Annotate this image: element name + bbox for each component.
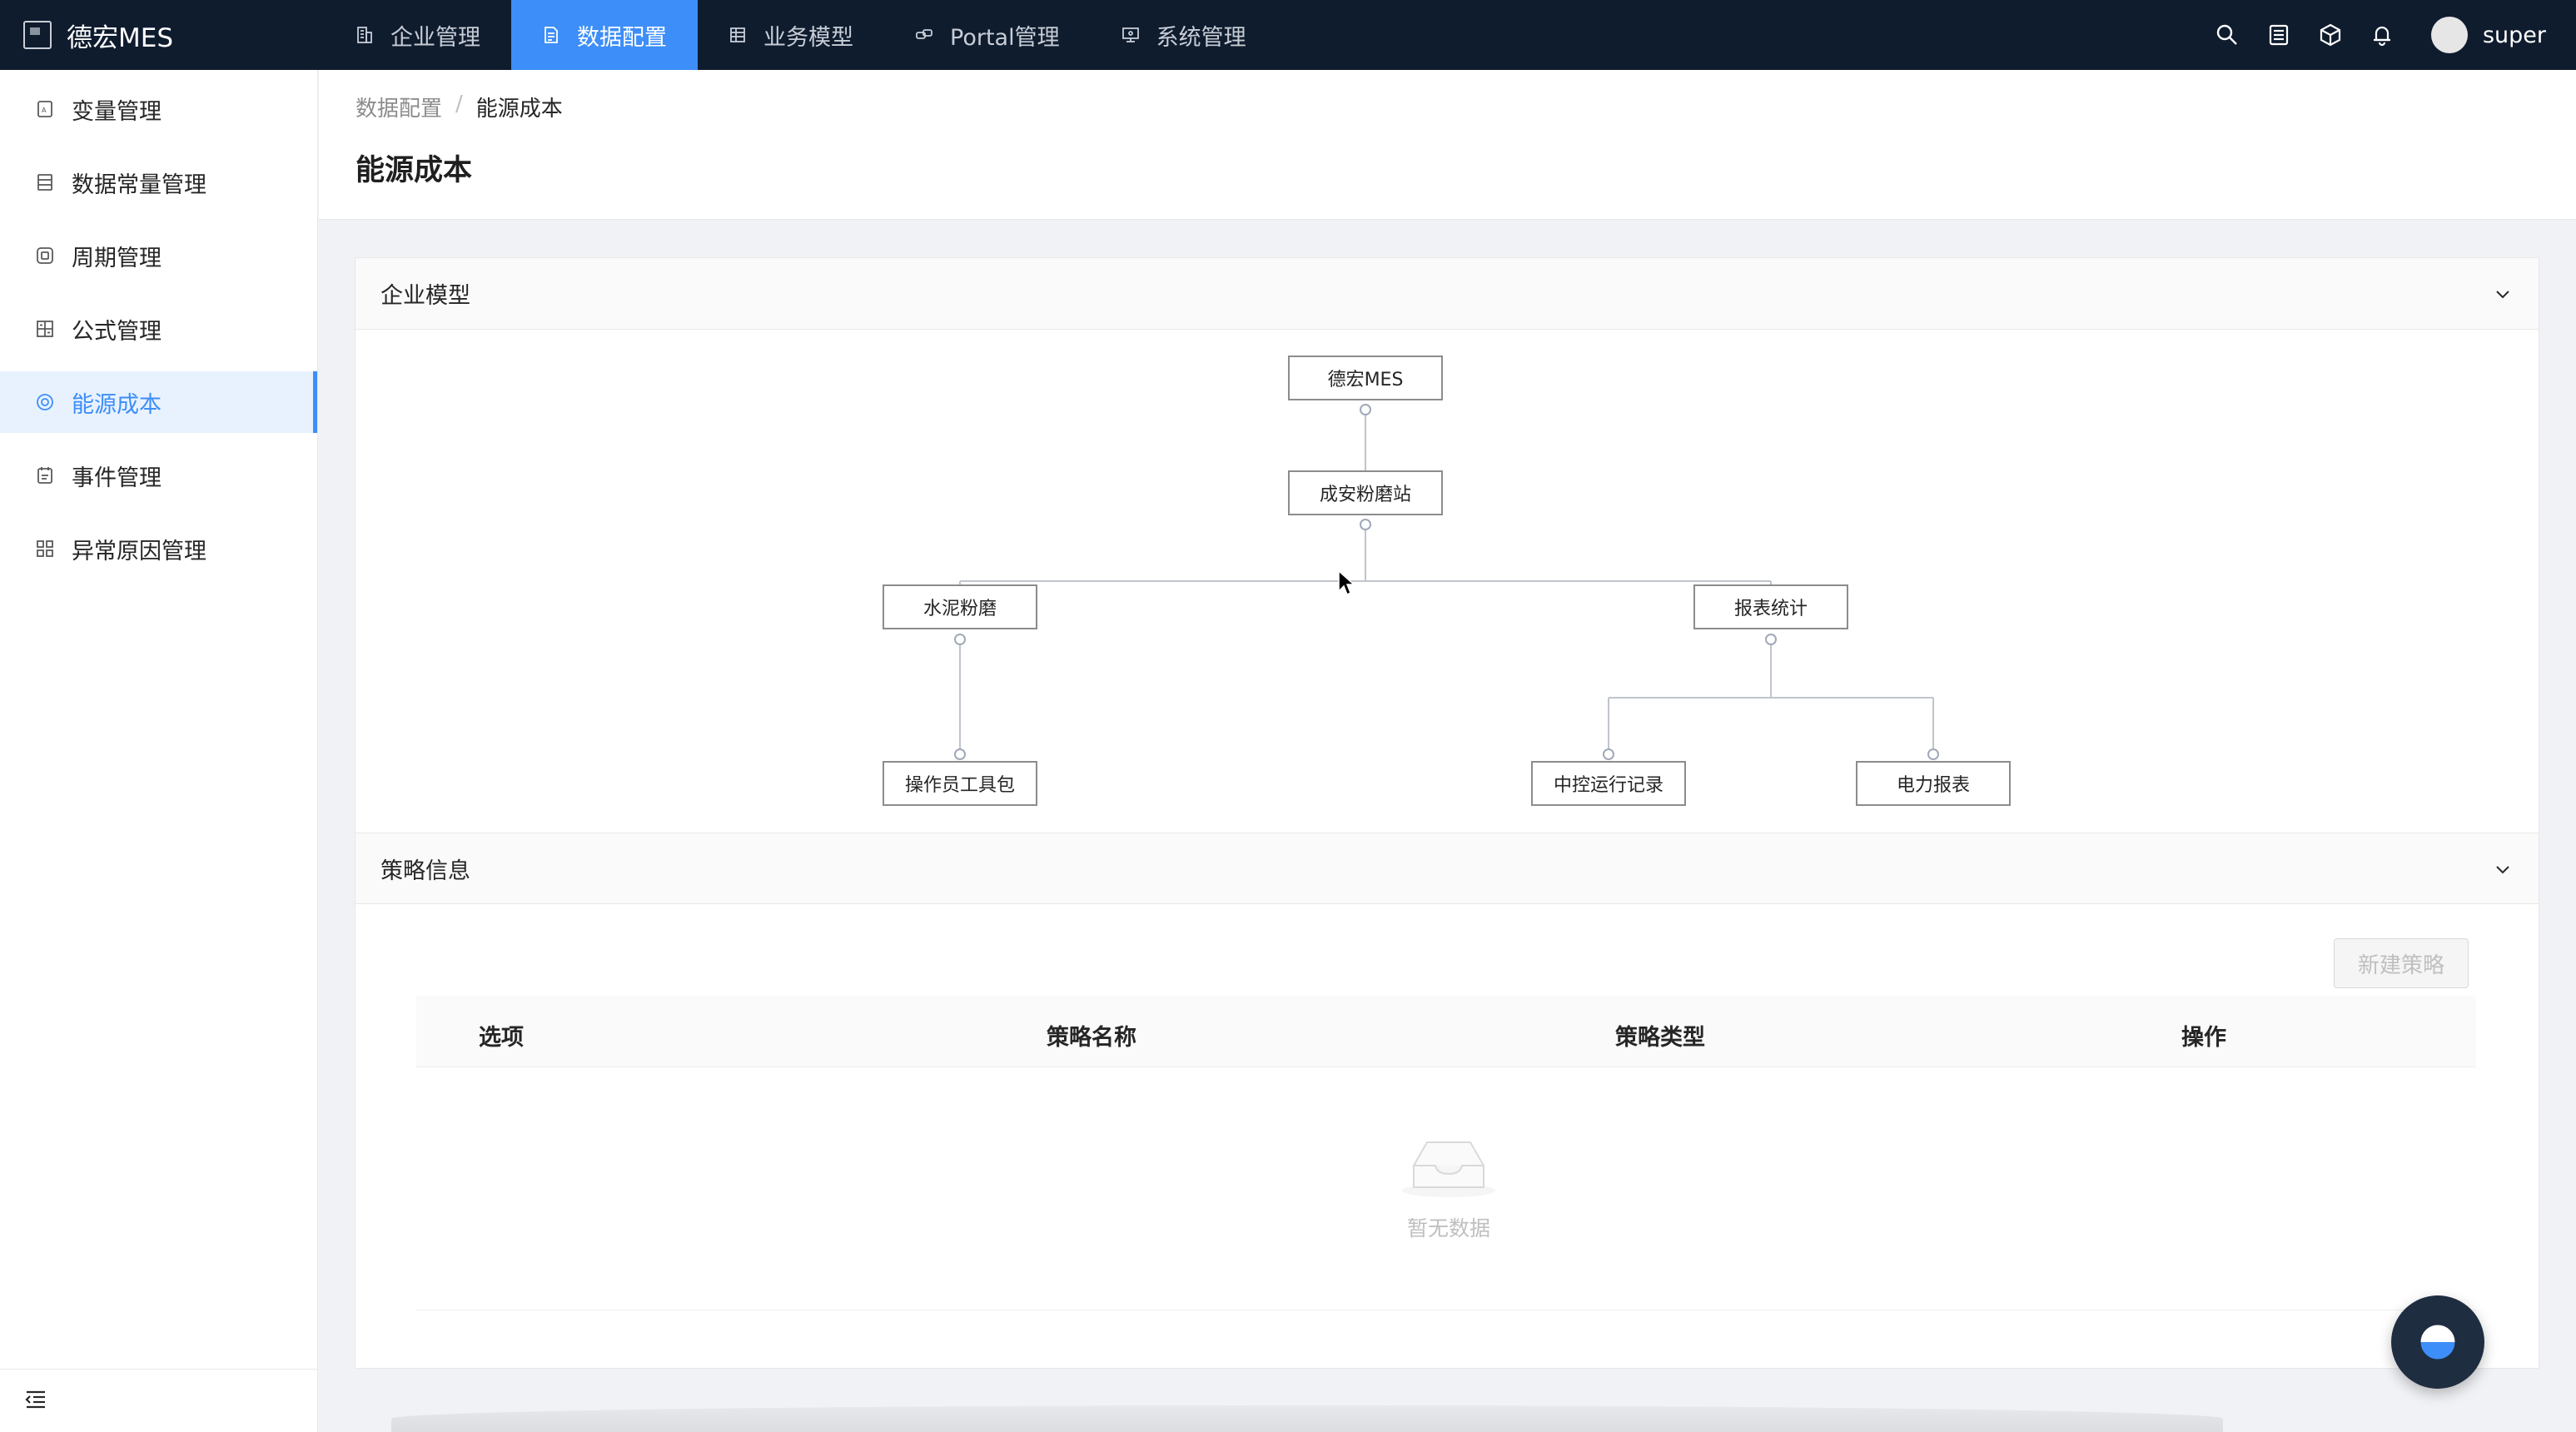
tree-node-control-record[interactable]: 中控运行记录	[1531, 761, 1686, 806]
variable-icon: A	[35, 99, 55, 119]
chevron-down-icon[interactable]	[2492, 858, 2514, 880]
tree-node-station[interactable]: 成安粉磨站	[1288, 470, 1443, 515]
formula-icon	[35, 319, 55, 339]
topnav-label: 业务模型	[763, 24, 853, 51]
breadcrumb-separator: /	[455, 92, 463, 117]
sidebar-item-label: 事件管理	[72, 465, 162, 491]
sidebar-item-label: 异常原因管理	[72, 538, 206, 564]
top-nav: 企业管理 数据配置 业务模型 Portal管理 系统管理	[325, 0, 1277, 70]
username[interactable]: super	[2483, 22, 2546, 48]
topnav-item-enterprise[interactable]: 企业管理	[325, 0, 511, 70]
document-icon	[542, 26, 560, 44]
column-header-option: 选项	[479, 1025, 524, 1051]
empty-inbox-icon	[1399, 1132, 1499, 1199]
tree-node-toolkit[interactable]: 操作员工具包	[883, 761, 1037, 806]
app-name: 德宏MES	[67, 22, 174, 53]
grid-icon	[35, 539, 55, 559]
sidebar-item-energy-cost[interactable]: 能源成本	[0, 371, 317, 433]
sidebar-item-label: 周期管理	[72, 245, 162, 271]
sidebar-item-exceptions[interactable]: 异常原因管理	[0, 518, 317, 579]
sidebar-item-constants[interactable]: 数据常量管理	[0, 152, 317, 213]
link-icon	[915, 26, 933, 44]
topnav-item-system[interactable]: 系统管理	[1091, 0, 1277, 70]
breadcrumb-current: 能源成本	[475, 97, 563, 122]
enterprise-model-title: 企业模型	[380, 283, 470, 309]
list-icon	[35, 172, 55, 192]
topnav-label: 系统管理	[1156, 24, 1246, 51]
sidebar-item-cycles[interactable]: 周期管理	[0, 225, 317, 286]
energy-icon	[35, 392, 55, 412]
topnav-label: 企业管理	[390, 24, 480, 51]
breadcrumb: 数据配置 / 能源成本	[356, 92, 563, 122]
avatar[interactable]	[2430, 17, 2468, 53]
table-icon	[729, 26, 747, 44]
chevron-down-icon[interactable]	[2492, 283, 2514, 305]
tree-node-cement[interactable]: 水泥粉磨	[883, 584, 1037, 629]
cycle-icon	[35, 246, 55, 266]
cube-icon[interactable]	[2318, 22, 2343, 47]
tree-node-root[interactable]: 德宏MES	[1288, 356, 1443, 400]
topnav-item-data-config[interactable]: 数据配置	[511, 0, 698, 70]
enterprise-model-panel-header[interactable]: 企业模型	[356, 258, 2539, 330]
brand[interactable]: 德宏MES	[0, 0, 325, 70]
new-strategy-button[interactable]: 新建策略	[2334, 938, 2469, 988]
assistant-fab-button[interactable]	[2391, 1295, 2484, 1389]
topnav-item-portal[interactable]: Portal管理	[884, 0, 1091, 70]
breadcrumb-parent[interactable]: 数据配置	[356, 92, 442, 122]
menu-collapse-icon[interactable]	[23, 1387, 48, 1415]
column-header-type: 策略类型	[1615, 1025, 1705, 1051]
topnav-label: Portal管理	[950, 24, 1060, 51]
strategy-table-header: 选项 策略名称 策略类型 操作	[416, 996, 2476, 1067]
mouse-cursor-icon	[1338, 569, 1355, 596]
logo-icon	[23, 21, 52, 49]
strategy-panel-header[interactable]: 策略信息	[356, 833, 2539, 904]
sidebar-item-label: 公式管理	[72, 318, 162, 345]
monitor-icon	[1121, 26, 1140, 44]
content-card: 企业模型 策略信息	[355, 257, 2539, 1369]
building-icon	[356, 26, 374, 44]
svg-text:A: A	[42, 107, 47, 114]
tree-node-power-report[interactable]: 电力报表	[1856, 761, 2011, 806]
assistant-icon	[2418, 1322, 2458, 1362]
top-bar: 德宏MES 企业管理 数据配置 业务模型 Portal管理 系统管理 super	[0, 0, 2576, 70]
page-title: 能源成本	[356, 154, 473, 187]
sidebar-footer	[0, 1369, 317, 1432]
page-header: 数据配置 / 能源成本 能源成本	[319, 70, 2576, 220]
sidebar-item-events[interactable]: 事件管理	[0, 445, 317, 506]
sidebar: A 变量管理 数据常量管理 周期管理 公式管理 能源成本 事件管理 异常原因管理	[0, 70, 318, 1432]
top-right-tools: super	[2188, 0, 2546, 70]
strategy-title: 策略信息	[380, 858, 470, 884]
column-header-name: 策略名称	[1047, 1025, 1136, 1051]
empty-text: 暂无数据	[1406, 1216, 1490, 1241]
tree-node-report[interactable]: 报表统计	[1693, 584, 1848, 629]
sidebar-item-label: 变量管理	[72, 98, 162, 125]
column-header-action: 操作	[2181, 1025, 2226, 1051]
sidebar-item-variables[interactable]: A 变量管理	[0, 78, 317, 140]
sidebar-item-formulas[interactable]: 公式管理	[0, 298, 317, 360]
topnav-label: 数据配置	[577, 24, 667, 51]
event-icon	[35, 465, 55, 485]
sidebar-item-label: 能源成本	[72, 391, 162, 418]
list-icon[interactable]	[2266, 22, 2291, 47]
sidebar-item-label: 数据常量管理	[72, 172, 206, 198]
search-icon[interactable]	[2215, 22, 2240, 47]
bottom-shadow	[391, 1405, 2223, 1432]
topnav-item-business-model[interactable]: 业务模型	[698, 0, 884, 70]
bell-icon[interactable]	[2370, 22, 2394, 47]
